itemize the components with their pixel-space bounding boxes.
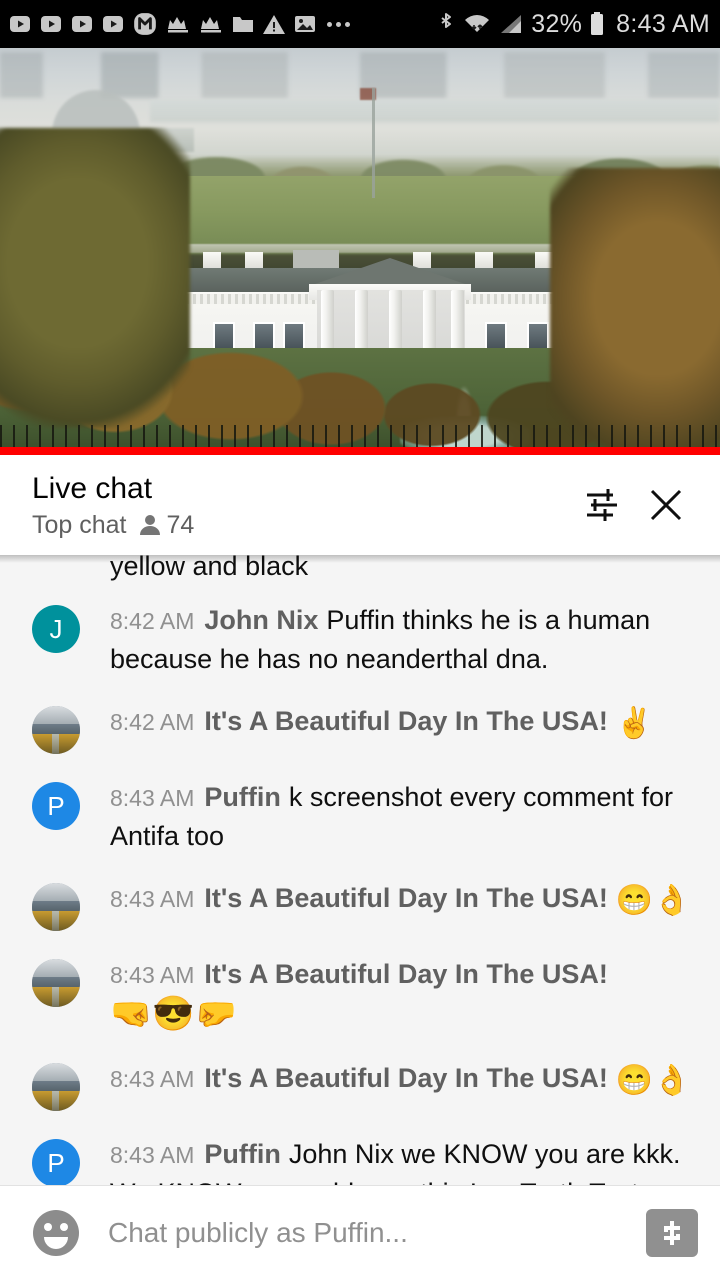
chat-message[interactable]: P 8:43 AM Puffin John Nix we KNOW you are … xyxy=(0,1123,720,1185)
battery-percent-label: 32% xyxy=(531,9,583,38)
message-author[interactable]: It's A Beautiful Day In The USA! xyxy=(204,1063,607,1093)
avatar[interactable]: P xyxy=(32,1139,80,1185)
message-emoji: 🤜😎🤛 xyxy=(110,995,238,1033)
clock-label: 8:43 AM xyxy=(616,9,710,38)
chat-message[interactable]: 8:43 AM It's A Beautiful Day In The USA! … xyxy=(0,943,720,1047)
image-icon xyxy=(293,13,317,35)
message-body: 8:43 AM Puffin k screenshot every comment … xyxy=(110,778,704,855)
close-chat-button[interactable] xyxy=(634,473,698,537)
avatar[interactable] xyxy=(32,959,80,1007)
message-text: k screenshot every comment for Antifa to… xyxy=(110,782,674,851)
scroll-shadow xyxy=(0,555,720,563)
message-author[interactable]: Puffin xyxy=(204,1139,280,1169)
video-icon xyxy=(101,12,125,36)
cell-signal-icon xyxy=(498,12,524,36)
phone-screen: 32% 8:43 AM Live chat Top chat 74 yellow… xyxy=(0,0,720,1280)
message-author[interactable]: John Nix xyxy=(204,605,318,635)
message-body: 8:42 AM It's A Beautiful Day In The USA! ✌ xyxy=(110,702,653,743)
message-emoji: 😁👌 xyxy=(615,1064,691,1097)
avatar-letter: J xyxy=(49,613,63,644)
chat-message[interactable]: 8:43 AM It's A Beautiful Day In The USA! 😁… xyxy=(0,1047,720,1123)
message-timestamp: 8:43 AM xyxy=(110,785,195,811)
message-body: 8:43 AM It's A Beautiful Day In The USA! 😁… xyxy=(110,879,691,920)
video-icon xyxy=(70,12,94,36)
smiley-face-icon[interactable] xyxy=(30,1207,82,1259)
video-player[interactable] xyxy=(0,48,720,455)
status-bar-notification-icons xyxy=(8,11,436,37)
avatar[interactable]: P xyxy=(32,782,80,830)
chat-settings-button[interactable] xyxy=(570,473,634,537)
chat-input-bar xyxy=(0,1185,720,1280)
crown-icon xyxy=(165,13,191,35)
folder-icon xyxy=(231,13,255,35)
message-emoji: 😁👌 xyxy=(615,884,691,917)
flag-pole xyxy=(372,88,375,198)
message-timestamp: 8:43 AM xyxy=(110,962,195,988)
chat-message[interactable]: P 8:43 AM Puffin k screenshot every commen… xyxy=(0,766,720,867)
status-bar: 32% 8:43 AM xyxy=(0,0,720,48)
status-bar-system-icons: 32% 8:43 AM xyxy=(436,10,710,39)
message-body: 8:43 AM Puffin John Nix we KNOW you are kk… xyxy=(110,1135,704,1185)
left-tree xyxy=(0,128,190,428)
more-dots-icon xyxy=(324,21,353,27)
right-tree xyxy=(550,168,720,455)
dollar-sign-icon xyxy=(664,1221,680,1245)
close-icon xyxy=(644,483,688,527)
battery-icon xyxy=(589,11,605,37)
chat-message[interactable]: 8:43 AM It's A Beautiful Day In The USA! 😁… xyxy=(0,867,720,943)
message-author[interactable]: It's A Beautiful Day In The USA! xyxy=(204,706,607,736)
video-icon xyxy=(39,12,63,36)
warning-icon xyxy=(262,13,286,35)
chat-message-list[interactable]: yellow and black J 8:42 AM John Nix Puffin… xyxy=(0,555,720,1185)
message-author[interactable]: It's A Beautiful Day In The USA! xyxy=(204,883,607,913)
message-body: 8:42 AM John Nix Puffin thinks he is a hum… xyxy=(110,601,704,678)
message-text: John Nix we KNOW you are kkk. We KNOW yo… xyxy=(110,1139,681,1185)
chat-message[interactable]: J 8:42 AM John Nix Puffin thinks he is a h… xyxy=(0,589,720,690)
video-icon xyxy=(8,12,32,36)
person-icon xyxy=(139,513,161,537)
video-progress-bar[interactable] xyxy=(0,447,720,455)
avatar[interactable] xyxy=(32,1063,80,1111)
chat-message[interactable]: 8:42 AM It's A Beautiful Day In The USA! ✌ xyxy=(0,690,720,766)
m-app-icon xyxy=(132,11,158,37)
viewer-count-group: 74 xyxy=(139,510,195,540)
crown-icon xyxy=(198,13,224,35)
avatar[interactable] xyxy=(32,883,80,931)
avatar-letter: P xyxy=(47,790,65,821)
message-timestamp: 8:43 AM xyxy=(110,1142,195,1168)
avatar[interactable] xyxy=(32,706,80,754)
avatar-letter: P xyxy=(47,1147,65,1178)
chat-title: Live chat xyxy=(32,471,153,505)
message-emoji: ✌ xyxy=(615,707,654,740)
chat-subheader: Top chat 74 xyxy=(32,511,570,540)
chat-mode-label[interactable]: Top chat xyxy=(32,511,127,540)
distant-river xyxy=(150,100,720,122)
bluetooth-icon xyxy=(436,11,456,37)
sliders-icon xyxy=(581,484,623,526)
super-chat-button[interactable] xyxy=(646,1209,698,1257)
avatar[interactable]: J xyxy=(32,605,80,653)
message-timestamp: 8:43 AM xyxy=(110,1066,195,1092)
message-timestamp: 8:42 AM xyxy=(110,608,195,634)
message-body: 8:43 AM It's A Beautiful Day In The USA! 😁… xyxy=(110,1059,691,1100)
message-timestamp: 8:43 AM xyxy=(110,886,195,912)
live-chat-header: Live chat Top chat 74 xyxy=(0,455,720,555)
message-body: 8:43 AM It's A Beautiful Day In The USA! … xyxy=(110,955,616,1035)
chat-header-texts: Live chat Top chat 74 xyxy=(32,471,570,540)
message-author[interactable]: It's A Beautiful Day In The USA! xyxy=(204,959,607,989)
viewer-count-label: 74 xyxy=(166,510,195,539)
message-timestamp: 8:42 AM xyxy=(110,709,195,735)
wifi-icon xyxy=(463,12,491,36)
message-author[interactable]: Puffin xyxy=(204,782,280,812)
chat-input[interactable] xyxy=(108,1217,646,1249)
